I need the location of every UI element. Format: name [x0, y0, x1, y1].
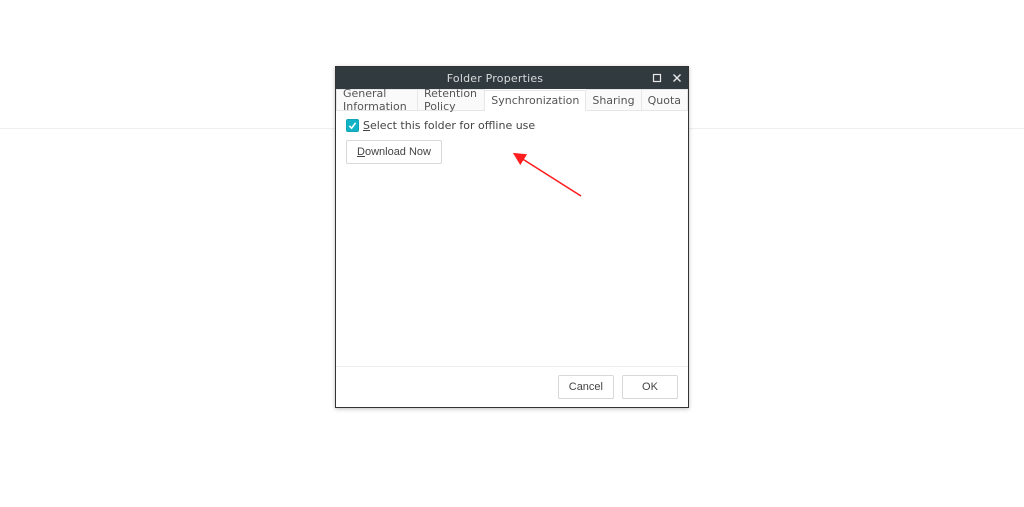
- tab-bar: General Information Retention Policy Syn…: [336, 89, 688, 111]
- tab-label: Sharing: [592, 94, 634, 107]
- tab-retention-policy[interactable]: Retention Policy: [418, 89, 485, 110]
- folder-properties-dialog: Folder Properties General Information Re…: [335, 66, 689, 408]
- tab-label: Retention Policy: [424, 87, 478, 113]
- titlebar[interactable]: Folder Properties: [336, 67, 688, 89]
- cancel-button-label: Cancel: [569, 381, 603, 393]
- download-now-button[interactable]: Download Now: [346, 140, 442, 164]
- tab-label: General Information: [343, 87, 411, 113]
- cancel-button[interactable]: Cancel: [558, 375, 614, 399]
- offline-use-checkbox[interactable]: [346, 119, 359, 132]
- offline-use-accel: S: [363, 119, 370, 132]
- maximize-icon[interactable]: [650, 71, 664, 85]
- download-now-accel: D: [357, 146, 365, 158]
- tab-quota[interactable]: Quota: [642, 89, 688, 110]
- tab-label: Synchronization: [491, 94, 579, 107]
- offline-use-row: Select this folder for offline use: [346, 119, 678, 132]
- tab-general-information[interactable]: General Information: [336, 89, 418, 110]
- dialog-footer: Cancel OK: [336, 366, 688, 407]
- offline-use-label[interactable]: Select this folder for offline use: [363, 119, 535, 132]
- ok-button-label: OK: [642, 381, 658, 393]
- tab-synchronization[interactable]: Synchronization: [485, 90, 586, 111]
- sync-tab-body: Select this folder for offline use Downl…: [336, 111, 688, 366]
- close-icon[interactable]: [670, 71, 684, 85]
- tab-label: Quota: [648, 94, 681, 107]
- annotation-arrow-icon: [486, 146, 596, 206]
- window-controls: [650, 71, 684, 85]
- dialog-title: Folder Properties: [340, 72, 650, 85]
- offline-use-label-rest: elect this folder for offline use: [370, 119, 535, 132]
- ok-button[interactable]: OK: [622, 375, 678, 399]
- download-now-label-rest: ownload Now: [365, 146, 431, 158]
- tab-sharing[interactable]: Sharing: [586, 89, 641, 110]
